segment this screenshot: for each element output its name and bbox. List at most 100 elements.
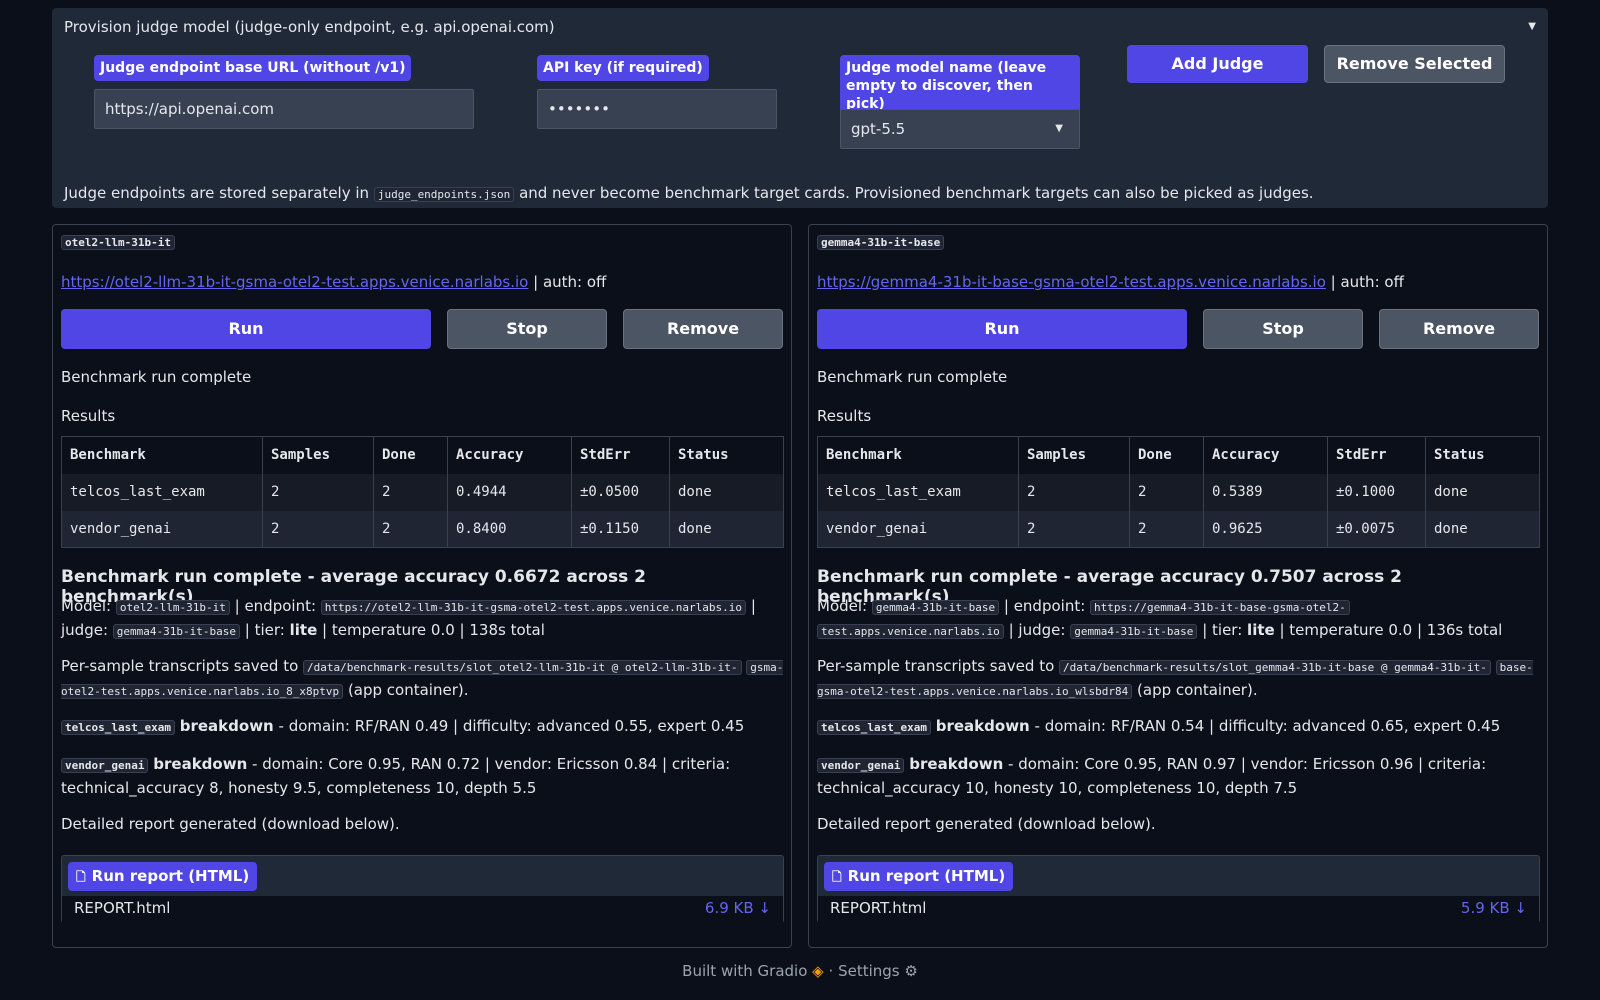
table-cell: done bbox=[1425, 473, 1540, 511]
judge-text: | judge: bbox=[1008, 621, 1066, 639]
benchmark-breakdown-1: telcos_last_exam breakdown - domain: RF/… bbox=[817, 715, 1540, 739]
gradio-logo-icon: ◈ bbox=[812, 962, 824, 980]
run-details-tail: | temperature 0.0 | 136s total bbox=[1279, 621, 1503, 639]
judge-code: gemma4-31b-it-base bbox=[112, 624, 240, 639]
report-label: 🗋 Run report (HTML) bbox=[824, 862, 1014, 891]
table-row: vendor_genai 2 2 0.9625 ±0.0075 done bbox=[817, 510, 1540, 548]
endpoint-url-input[interactable]: https://api.openai.com bbox=[94, 89, 474, 129]
stop-button[interactable]: Stop bbox=[1203, 309, 1363, 349]
remove-selected-button[interactable]: Remove Selected bbox=[1324, 45, 1505, 83]
judge-model-label-line2: empty to discover, then pick) bbox=[846, 78, 1033, 112]
card-endpoint-link[interactable]: https://gemma4-31b-it-base-gsma-otel2-te… bbox=[817, 273, 1326, 291]
card-target-name: gemma4-31b-it-base bbox=[817, 235, 945, 250]
column-header: Done bbox=[1129, 436, 1204, 474]
breakdown-text: - domain: RF/RAN 0.54 | difficulty: adva… bbox=[1034, 717, 1501, 735]
table-cell: telcos_last_exam bbox=[817, 473, 1019, 511]
run-button[interactable]: Run bbox=[61, 309, 431, 349]
api-key-input[interactable]: ••••••• bbox=[537, 89, 777, 129]
endpoint-code: https://otel2-llm-31b-it-gsma-otel2-test… bbox=[320, 600, 747, 615]
run-button[interactable]: Run bbox=[817, 309, 1187, 349]
endpoint-url-label: Judge endpoint base URL (without /v1) bbox=[94, 55, 412, 81]
stop-button[interactable]: Stop bbox=[447, 309, 607, 349]
table-cell: done bbox=[1425, 510, 1540, 548]
column-header: Samples bbox=[1018, 436, 1130, 474]
report-download-link[interactable]: 6.9 KB ↓ bbox=[705, 896, 771, 921]
breakdown-word: breakdown bbox=[179, 717, 274, 735]
results-label: Results bbox=[61, 407, 116, 425]
report-file-box: 🗋 Run report (HTML) REPORT.html 6.9 KB ↓ bbox=[61, 855, 784, 923]
breakdown-benchmark-code: vendor_genai bbox=[61, 758, 149, 773]
report-file-row[interactable]: REPORT.html 5.9 KB ↓ bbox=[818, 896, 1539, 923]
table-cell: 2 bbox=[1018, 473, 1130, 511]
table-cell: telcos_last_exam bbox=[61, 473, 263, 511]
table-row: telcos_last_exam 2 2 0.4944 ±0.0500 done bbox=[61, 473, 784, 511]
breakdown-benchmark-code: telcos_last_exam bbox=[817, 720, 931, 735]
model-code: gemma4-31b-it-base bbox=[871, 600, 1000, 615]
table-header-row: Benchmark Samples Done Accuracy StdErr S… bbox=[61, 436, 784, 474]
collapse-caret-icon[interactable]: ▼ bbox=[1528, 21, 1536, 32]
card-endpoint-link[interactable]: https://otel2-llm-31b-it-gsma-otel2-test… bbox=[61, 273, 528, 291]
table-cell: 0.8400 bbox=[447, 510, 572, 548]
model-prefix: Model: bbox=[61, 597, 112, 615]
benchmark-breakdown-2: vendor_genai breakdown - domain: Core 0.… bbox=[61, 753, 784, 800]
add-judge-button[interactable]: Add Judge bbox=[1127, 45, 1308, 83]
table-cell: 0.5389 bbox=[1203, 473, 1328, 511]
target-card-1: otel2-llm-31b-it https://otel2-llm-31b-i… bbox=[52, 224, 792, 948]
endpoint-code: https://gemma4-31b-it-base-gsma-otel2- bbox=[1090, 600, 1350, 615]
remove-button[interactable]: Remove bbox=[623, 309, 783, 349]
breakdown-word: breakdown bbox=[153, 755, 248, 773]
table-cell: 0.9625 bbox=[1203, 510, 1328, 548]
table-cell: vendor_genai bbox=[817, 510, 1019, 548]
column-header: Status bbox=[669, 436, 784, 474]
breakdown-benchmark-code: vendor_genai bbox=[817, 758, 905, 773]
judge-code: gemma4-31b-it-base bbox=[1070, 624, 1198, 639]
note-code: judge_endpoints.json bbox=[373, 187, 515, 202]
target-card-2: gemma4-31b-it-base https://gemma4-31b-it… bbox=[808, 224, 1548, 948]
benchmark-breakdown-1: telcos_last_exam breakdown - domain: RF/… bbox=[61, 715, 784, 739]
run-status: Benchmark run complete bbox=[61, 368, 252, 386]
breakdown-text-continued: technical_accuracy 8, honesty 9.5, compl… bbox=[61, 779, 537, 797]
table-cell: done bbox=[669, 473, 784, 511]
table-cell: ±0.1000 bbox=[1327, 473, 1426, 511]
tier-text: | tier: bbox=[1202, 621, 1243, 639]
built-with-gradio-link[interactable]: Built with Gradio bbox=[682, 962, 807, 980]
results-table: Benchmark Samples Done Accuracy StdErr S… bbox=[61, 436, 784, 548]
table-cell: ±0.0075 bbox=[1327, 510, 1426, 548]
api-key-label: API key (if required) bbox=[537, 55, 709, 81]
breakdown-text: - domain: Core 0.95, RAN 0.72 | vendor: … bbox=[252, 755, 731, 773]
table-cell: done bbox=[669, 510, 784, 548]
table-row: vendor_genai 2 2 0.8400 ±0.1150 done bbox=[61, 510, 784, 548]
card-auth-status: | auth: off bbox=[533, 273, 607, 291]
file-icon: 🗋 bbox=[76, 870, 86, 884]
table-cell: 2 bbox=[373, 473, 448, 511]
card-url-line: https://gemma4-31b-it-base-gsma-otel2-te… bbox=[817, 273, 1404, 291]
report-label: 🗋 Run report (HTML) bbox=[68, 862, 258, 891]
table-cell: 2 bbox=[262, 473, 374, 511]
transcripts-text: Per-sample transcripts saved to bbox=[61, 657, 299, 675]
transcripts-info: Per-sample transcripts saved to /data/be… bbox=[817, 655, 1540, 703]
judge-model-value: gpt-5.5 bbox=[851, 120, 906, 138]
judge-model-label: Judge model name (leave empty to discove… bbox=[840, 55, 1080, 117]
report-download-link[interactable]: 5.9 KB ↓ bbox=[1461, 896, 1527, 921]
settings-link[interactable]: Settings bbox=[838, 962, 900, 980]
report-file-row[interactable]: REPORT.html 6.9 KB ↓ bbox=[62, 896, 783, 923]
footer-separator: · bbox=[828, 962, 834, 980]
column-header: Accuracy bbox=[447, 436, 572, 474]
breakdown-text: - domain: Core 0.95, RAN 0.97 | vendor: … bbox=[1008, 755, 1487, 773]
results-table: Benchmark Samples Done Accuracy StdErr S… bbox=[817, 436, 1540, 548]
report-label-text: Run report (HTML) bbox=[847, 867, 1006, 885]
provision-panel-title[interactable]: Provision judge model (judge-only endpoi… bbox=[64, 18, 555, 36]
table-cell: 2 bbox=[373, 510, 448, 548]
report-file-name[interactable]: REPORT.html bbox=[830, 899, 926, 917]
transcripts-path: /data/benchmark-results/slot_gemma4-31b-… bbox=[1059, 660, 1491, 675]
report-note: Detailed report generated (download belo… bbox=[61, 815, 400, 833]
tier-value: lite bbox=[289, 621, 318, 639]
file-icon: 🗋 bbox=[832, 870, 842, 884]
transcripts-text: Per-sample transcripts saved to bbox=[817, 657, 1055, 675]
provision-judge-panel: Provision judge model (judge-only endpoi… bbox=[52, 8, 1548, 208]
table-cell: vendor_genai bbox=[61, 510, 263, 548]
report-file-name[interactable]: REPORT.html bbox=[74, 899, 170, 917]
column-header: Done bbox=[373, 436, 448, 474]
judge-model-select[interactable]: gpt-5.5 ▼ bbox=[840, 109, 1080, 149]
remove-button[interactable]: Remove bbox=[1379, 309, 1539, 349]
